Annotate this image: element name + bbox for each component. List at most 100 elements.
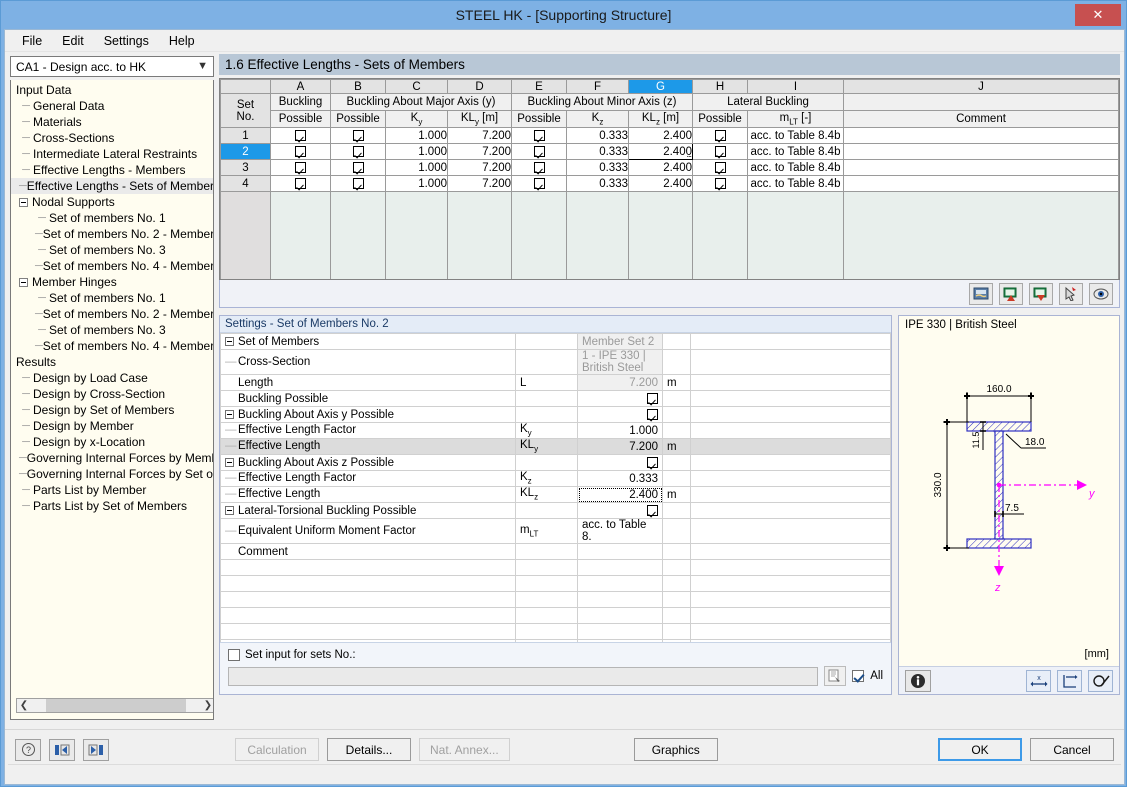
cell-kz[interactable]: 0.333	[567, 128, 629, 144]
cancel-button[interactable]: Cancel	[1030, 738, 1114, 761]
cell-klz-editing[interactable]: 2.400...	[629, 144, 693, 160]
cell-lt-possible[interactable]	[693, 144, 748, 160]
tree-item[interactable]: ─Design by Cross-Section	[11, 386, 213, 402]
help-icon[interactable]: ?	[15, 739, 41, 761]
cell-ky[interactable]: 1.000	[386, 160, 448, 176]
ok-button[interactable]: OK	[938, 738, 1022, 761]
tree-item[interactable]: Nodal Supports	[11, 194, 213, 210]
tree-item[interactable]: ─Set of members No. 2 - Member S	[11, 306, 213, 322]
property-row[interactable]: Set of MembersMember Set 2	[221, 334, 891, 350]
tree-item[interactable]: ─Materials	[11, 114, 213, 130]
all-sets-checkbox[interactable]	[852, 670, 864, 682]
cell-buckling-possible[interactable]	[271, 144, 331, 160]
tree-item[interactable]: ─General Data	[11, 98, 213, 114]
cell-mlt[interactable]: acc. to Table 8.4b	[748, 144, 844, 160]
property-row[interactable]: Buckling About Axis z Possible	[221, 455, 891, 471]
row-number[interactable]: 1	[221, 128, 271, 144]
menu-item-settings[interactable]: Settings	[95, 31, 158, 51]
cell-lt-possible[interactable]	[693, 176, 748, 192]
hide-dimensions-icon[interactable]	[1088, 670, 1113, 692]
cell-z-possible[interactable]	[512, 160, 567, 176]
tree-item[interactable]: ─Set of members No. 4 - Member S	[11, 258, 213, 274]
tree-item[interactable]: Results	[11, 354, 213, 370]
property-value[interactable]: 1 - IPE 330 | British Steel	[578, 350, 663, 375]
property-value[interactable]: acc. to Table 8.	[578, 519, 663, 544]
row-number[interactable]: 4	[221, 176, 271, 192]
tree-item[interactable]: ─Set of members No. 3	[11, 242, 213, 258]
checkbox[interactable]	[534, 162, 545, 173]
checkbox[interactable]	[534, 130, 545, 141]
tree-item[interactable]: ─Design by x-Location	[11, 434, 213, 450]
tree-item[interactable]: ─Parts List by Set of Members	[11, 498, 213, 514]
cell-kz[interactable]: 0.333	[567, 176, 629, 192]
column-header-A[interactable]: A	[271, 80, 331, 94]
tree-collapse-icon[interactable]	[19, 278, 28, 287]
cell-ky[interactable]: 1.000	[386, 144, 448, 160]
property-value-checkbox[interactable]	[578, 391, 663, 407]
property-row[interactable]: —Effective LengthKLy7.200m	[221, 439, 891, 455]
design-case-dropdown[interactable]: CA1 - Design acc. to HK ▼	[10, 56, 214, 77]
info-icon[interactable]	[905, 670, 931, 692]
tree-item[interactable]: ─Design by Load Case	[11, 370, 213, 386]
cell-ky[interactable]: 1.000	[386, 128, 448, 144]
checkbox[interactable]	[647, 505, 658, 516]
effective-lengths-table[interactable]: ABCDEFGHIJSetNo.BucklingBuckling About M…	[219, 78, 1120, 280]
property-row[interactable]: LengthL7.200m	[221, 375, 891, 391]
details-button[interactable]: Details...	[327, 738, 411, 761]
scroll-right-icon[interactable]: ❯	[201, 700, 214, 711]
tree-item[interactable]: ─Parts List by Member	[11, 482, 213, 498]
cell-buckling-possible[interactable]	[271, 160, 331, 176]
cell-buckling-possible[interactable]	[271, 128, 331, 144]
table-row[interactable]: 41.0007.2000.3332.400acc. to Table 8.4b	[221, 176, 1119, 192]
checkbox[interactable]	[353, 178, 364, 189]
menu-item-edit[interactable]: Edit	[53, 31, 93, 51]
property-value[interactable]	[578, 544, 663, 560]
tree-item[interactable]: ─Cross-Sections	[11, 130, 213, 146]
property-value-checkbox[interactable]	[578, 455, 663, 471]
checkbox[interactable]	[353, 146, 364, 157]
row-number[interactable]: 3	[221, 160, 271, 176]
property-row[interactable]: —Effective Length FactorKy1.000	[221, 423, 891, 439]
column-header-J[interactable]: J	[844, 80, 1119, 94]
dimension-angle-icon[interactable]	[1057, 670, 1082, 692]
cell-kly[interactable]: 7.200	[448, 160, 512, 176]
calculation-button[interactable]: Calculation	[235, 738, 319, 761]
tree-collapse-icon[interactable]	[19, 198, 28, 207]
property-row[interactable]: —Effective Length FactorKz0.333	[221, 471, 891, 487]
checkbox[interactable]	[295, 178, 306, 189]
collapse-icon[interactable]	[225, 458, 234, 467]
cell-z-possible[interactable]	[512, 128, 567, 144]
tree-item[interactable]: ─Set of members No. 2 - Member S	[11, 226, 213, 242]
table-row[interactable]: 31.0007.2000.3332.400acc. to Table 8.4b	[221, 160, 1119, 176]
close-icon[interactable]: ✕	[1075, 4, 1121, 26]
cell-klz[interactable]: 2.400	[629, 128, 693, 144]
checkbox[interactable]	[353, 162, 364, 173]
cell-z-possible[interactable]	[512, 176, 567, 192]
property-row[interactable]: Buckling About Axis y Possible	[221, 407, 891, 423]
column-header-H[interactable]: H	[693, 80, 748, 94]
cell-buckling-possible[interactable]	[271, 176, 331, 192]
checkbox[interactable]	[295, 146, 306, 157]
tree-item[interactable]: ─Set of members No. 3	[11, 322, 213, 338]
checkbox[interactable]	[715, 178, 726, 189]
cell-klz[interactable]: 2.400	[629, 176, 693, 192]
cell-mlt[interactable]: acc. to Table 8.4b	[748, 160, 844, 176]
checkbox[interactable]	[647, 409, 658, 420]
cell-mlt[interactable]: acc. to Table 8.4b	[748, 176, 844, 192]
checkbox[interactable]	[647, 457, 658, 468]
column-header-C[interactable]: C	[386, 80, 448, 94]
set-input-field[interactable]	[228, 667, 818, 686]
collapse-icon[interactable]	[225, 337, 234, 346]
cell-comment[interactable]	[844, 160, 1119, 176]
cell-comment[interactable]	[844, 128, 1119, 144]
cell-y-possible[interactable]	[331, 176, 386, 192]
cell-z-possible[interactable]	[512, 144, 567, 160]
tree-item[interactable]: ─Effective Lengths - Sets of Members	[11, 178, 213, 194]
property-value[interactable]: 1.000	[578, 423, 663, 439]
set-input-checkbox[interactable]	[228, 649, 240, 661]
property-value-checkbox[interactable]	[578, 407, 663, 423]
property-row[interactable]: —Effective LengthKLz2.400m	[221, 487, 891, 503]
tree-item[interactable]: ─Set of members No. 1	[11, 210, 213, 226]
graphics-button[interactable]: Graphics	[634, 738, 718, 761]
cross-section-drawing[interactable]: 160.0 330.0 11.	[899, 334, 1119, 666]
